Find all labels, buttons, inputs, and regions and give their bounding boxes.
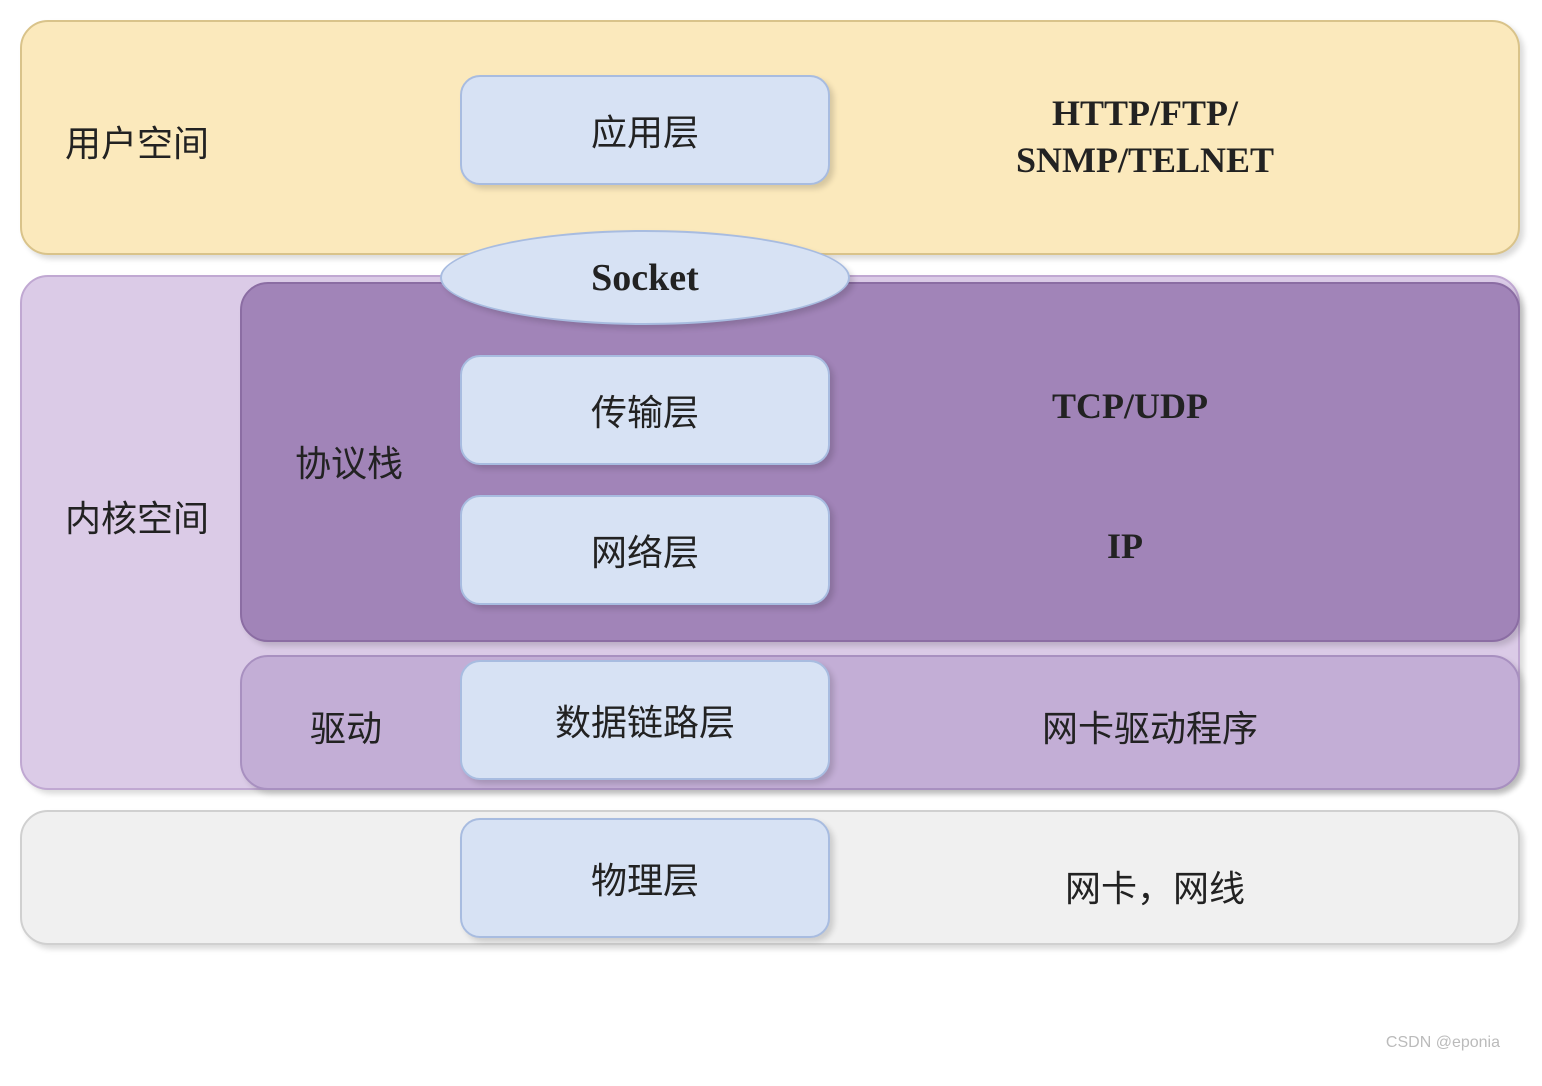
network-layer-box: 网络层 [460,495,830,605]
kernel-space-label: 内核空间 [65,490,209,542]
application-protocols-label: HTTP/FTP/ SNMP/TELNET [945,90,1345,184]
application-layer-box: 应用层 [460,75,830,185]
protocol-stack-label: 协议栈 [295,435,403,487]
network-stack-diagram: 应用层 传输层 网络层 数据链路层 物理层 Socket 用户空间 内核空间 协… [20,20,1520,1060]
physical-protocols-label: 网卡，网线 [980,860,1330,912]
socket-box: Socket [440,230,850,325]
physical-layer-box: 物理层 [460,818,830,938]
user-space-label: 用户空间 [65,115,209,167]
protocol-stack-box [240,282,1520,642]
transport-layer-box: 传输层 [460,355,830,465]
driver-label: 驱动 [310,700,382,752]
watermark: CSDN @eponia [1386,1034,1500,1052]
transport-protocols-label: TCP/UDP [1000,385,1260,427]
network-protocols-label: IP [1085,525,1165,567]
datalink-layer-box: 数据链路层 [460,660,830,780]
datalink-protocols-label: 网卡驱动程序 [950,700,1350,752]
